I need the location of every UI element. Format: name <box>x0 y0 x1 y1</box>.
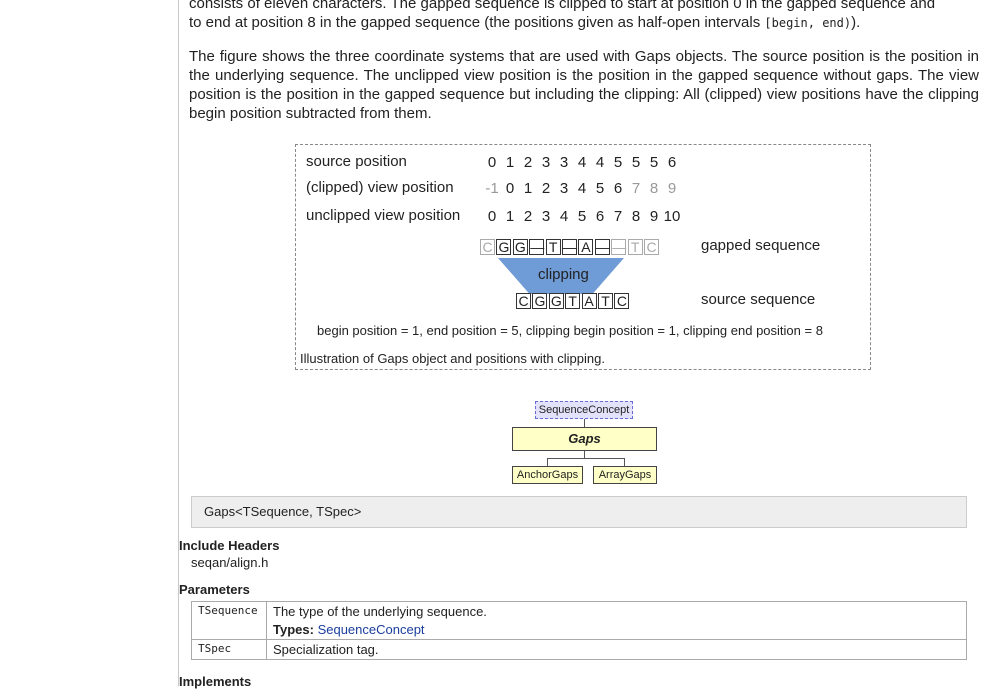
position-number: -1 <box>485 180 499 197</box>
position-number: 6 <box>595 208 605 225</box>
intro-line-2-end: ). <box>851 14 861 31</box>
connector-line <box>624 458 625 466</box>
position-number: 1 <box>505 154 515 171</box>
positions-line: begin position = 1, end position = 5, cl… <box>317 323 823 338</box>
position-number: 2 <box>541 180 551 197</box>
gapped-sequence-cell: G <box>496 239 512 255</box>
table-row: TSpec Specialization tag. <box>191 639 967 660</box>
position-number: 4 <box>559 208 569 225</box>
position-number: 6 <box>613 180 623 197</box>
gapped-sequence-cell: T <box>545 239 561 255</box>
connector-line <box>584 451 585 458</box>
gapped-sequence-cell: C <box>644 239 659 255</box>
position-number: 5 <box>631 154 641 171</box>
figure-caption: Illustration of Gaps object and position… <box>300 351 605 366</box>
position-number: 5 <box>595 180 605 197</box>
row-label-unclipped-view: unclipped view position <box>306 207 461 224</box>
position-number: 3 <box>559 180 569 197</box>
position-number: 3 <box>559 154 569 171</box>
gapped-sequence-cell: G <box>512 239 528 255</box>
intro-line-1: consists of eleven characters. The gappe… <box>189 0 936 12</box>
gaps-class-box: Gaps <box>512 427 657 451</box>
gapped-sequence-cell: — <box>611 239 627 255</box>
source-sequence-label: source sequence <box>701 291 816 308</box>
position-number: 6 <box>667 154 677 171</box>
row-label-clipped-view: (clipped) view position <box>306 179 454 196</box>
array-gaps-box[interactable]: ArrayGaps <box>593 466 657 484</box>
gapped-sequence-label: gapped sequence <box>701 237 821 254</box>
position-number: 10 <box>663 208 681 225</box>
param-name: TSpec <box>191 639 267 660</box>
position-number: 1 <box>505 208 515 225</box>
position-number: 5 <box>649 154 659 171</box>
source-sequence-cell: T <box>598 293 613 309</box>
source-sequence-cell: A <box>581 293 597 309</box>
position-number: 7 <box>613 208 623 225</box>
class-signature: Gaps<TSequence, TSpec> <box>191 496 967 528</box>
source-sequence-cell: C <box>614 293 630 309</box>
position-number: 8 <box>631 208 641 225</box>
gapped-sequence-cell: — <box>562 239 577 255</box>
position-number: 5 <box>613 154 623 171</box>
gapped-sequence-cell: A <box>578 239 594 255</box>
position-number: 3 <box>541 208 551 225</box>
param-description: Specialization tag. <box>266 639 967 660</box>
include-headers-heading: Include Headers <box>179 538 280 553</box>
gapped-sequence-cell: C <box>480 239 495 255</box>
parameters-table: TSequence The type of the underlying seq… <box>191 601 967 660</box>
source-sequence-cell: G <box>548 293 564 309</box>
position-number: 4 <box>577 180 587 197</box>
gapped-sequence-cell: — <box>594 239 610 255</box>
connector-line <box>547 458 625 459</box>
source-sequence-cell: T <box>565 293 581 309</box>
implements-heading: Implements <box>179 674 252 689</box>
connector-line <box>584 419 585 427</box>
connector-line <box>547 458 548 466</box>
position-number: 0 <box>505 180 515 197</box>
coordinate-paragraph: The figure shows the three coordinate sy… <box>189 48 979 122</box>
position-number: 3 <box>541 154 551 171</box>
position-number: 2 <box>523 154 533 171</box>
interval-code: [begin, end) <box>764 16 852 30</box>
intro-paragraph: consists of eleven characters. The gappe… <box>189 0 979 33</box>
position-number: 8 <box>649 180 659 197</box>
table-row: TSequence The type of the underlying seq… <box>191 601 967 640</box>
position-number: 4 <box>595 154 605 171</box>
include-header-value: seqan/align.h <box>191 555 269 570</box>
param-description: The type of the underlying sequence. Typ… <box>266 601 967 640</box>
source-sequence-cell: C <box>516 293 531 309</box>
intro-line-2: to end at position 8 in the gapped seque… <box>189 14 765 31</box>
gapped-sequence-cell: T <box>627 239 643 255</box>
position-number: 4 <box>577 154 587 171</box>
param-desc-text: The type of the underlying sequence. <box>273 604 487 619</box>
types-label: Types: <box>273 622 314 637</box>
gaps-figure: source position (clipped) view position … <box>295 144 871 370</box>
source-sequence-cell: G <box>532 293 548 309</box>
row-label-source: source position <box>306 153 407 170</box>
position-number: 5 <box>577 208 587 225</box>
clipping-label: clipping <box>538 266 589 283</box>
param-name: TSequence <box>191 601 267 640</box>
position-number: 1 <box>523 180 533 197</box>
sequence-concept-link[interactable]: SequenceConcept <box>318 622 425 637</box>
position-number: 0 <box>487 154 497 171</box>
parameters-heading: Parameters <box>179 582 250 597</box>
position-number: 9 <box>667 180 677 197</box>
position-number: 7 <box>631 180 641 197</box>
anchor-gaps-box[interactable]: AnchorGaps <box>512 466 583 484</box>
position-number: 2 <box>523 208 533 225</box>
sequence-concept-box[interactable]: SequenceConcept <box>535 401 633 419</box>
position-number: 0 <box>487 208 497 225</box>
position-number: 9 <box>649 208 659 225</box>
gapped-sequence-cell: — <box>529 239 545 255</box>
